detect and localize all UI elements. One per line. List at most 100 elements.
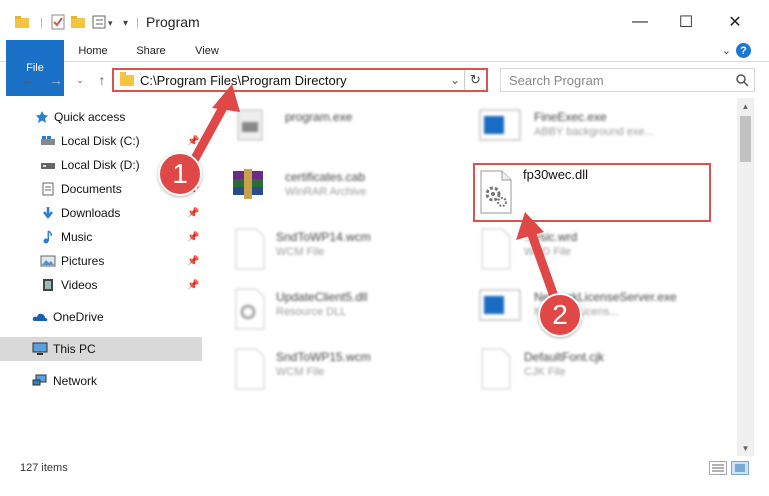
sidebar-item-label: Music <box>61 230 93 244</box>
callout-badge-1: 1 <box>158 152 202 196</box>
recent-locations-icon[interactable]: ⌄ <box>70 70 90 90</box>
minimize-button[interactable]: — <box>617 8 663 36</box>
sidebar-item-label: Network <box>53 374 98 388</box>
generic-file-icon <box>232 228 268 272</box>
item-count: 127 items <box>20 462 68 474</box>
search-icon[interactable] <box>730 73 754 87</box>
file-type: CJK File <box>524 366 566 378</box>
file-name: DefaultFont.cjk <box>524 350 605 364</box>
callout-badge-2: 2 <box>538 293 582 337</box>
svg-text:▾: ▾ <box>123 18 128 29</box>
new-folder-icon[interactable] <box>70 12 86 32</box>
back-icon[interactable]: ← <box>18 70 38 90</box>
file-name: certificates.cab <box>285 170 366 184</box>
pin-icon[interactable]: 📌 <box>187 208 199 219</box>
download-icon <box>40 206 56 220</box>
svg-text:▾: ▾ <box>108 18 113 28</box>
vertical-scrollbar[interactable]: ▲ ▼ <box>737 98 754 456</box>
sidebar-item-label: Downloads <box>61 206 121 220</box>
status-bar: 127 items <box>0 458 769 496</box>
file-type: WCM File <box>276 246 325 258</box>
sidebar-item-label: Pictures <box>61 254 105 268</box>
dll-file-icon <box>232 288 268 332</box>
sidebar-item-label: Local Disk (C:) <box>61 134 140 148</box>
sidebar-item-label: Videos <box>61 278 98 292</box>
scroll-up-icon[interactable]: ▲ <box>737 98 754 114</box>
details-view-icon[interactable] <box>709 461 727 475</box>
tab-home[interactable]: Home <box>70 40 116 62</box>
file-type: WCM File <box>276 366 325 378</box>
computer-icon <box>32 342 48 356</box>
search-box[interactable]: Search Program <box>500 68 755 92</box>
sidebar-item-label: Documents <box>61 182 122 196</box>
music-icon <box>40 230 56 244</box>
pin-icon[interactable]: 📌 <box>187 136 199 147</box>
sidebar-item-pictures[interactable]: Pictures 📌 <box>0 249 202 273</box>
drive-icon <box>40 158 56 172</box>
selection-highlight <box>473 163 711 222</box>
title-bar: | ▾ ▾ | Program — ☐ ✕ <box>0 0 769 40</box>
file-name: ...ysic.wrd <box>524 230 578 244</box>
properties-icon[interactable] <box>50 12 66 32</box>
archive-file-icon <box>230 165 266 209</box>
file-name: UpdateClient5.dll <box>276 290 368 304</box>
tab-view[interactable]: View <box>184 40 230 62</box>
tab-share[interactable]: Share <box>128 40 174 62</box>
up-icon[interactable]: ↑ <box>92 70 112 90</box>
view-options-icon[interactable]: ▾ <box>92 12 118 32</box>
pictures-icon <box>40 254 56 268</box>
network-icon <box>32 374 48 388</box>
sidebar-item-this-pc[interactable]: This PC <box>0 337 202 361</box>
sidebar-item-quick-access[interactable]: Quick access <box>0 105 202 129</box>
generic-file-icon <box>478 348 514 392</box>
file-name: program.exe <box>285 110 353 124</box>
sidebar-item-network[interactable]: Network <box>0 369 202 393</box>
drive-icon <box>40 134 56 148</box>
exe-file-icon <box>232 108 268 152</box>
close-button[interactable]: ✕ <box>712 8 758 36</box>
expand-ribbon-icon[interactable]: ⌄ <box>722 44 731 57</box>
star-icon <box>34 110 50 124</box>
refresh-icon[interactable]: ↻ <box>464 70 486 90</box>
cloud-icon <box>32 310 48 324</box>
sidebar-item-downloads[interactable]: Downloads 📌 <box>0 201 202 225</box>
videos-icon <box>40 278 56 292</box>
documents-icon <box>40 182 56 196</box>
pin-icon[interactable]: 📌 <box>187 280 199 291</box>
generic-file-icon <box>478 228 514 272</box>
window-title: Program <box>146 14 200 30</box>
sidebar-item-onedrive[interactable]: OneDrive <box>0 305 202 329</box>
pin-icon[interactable]: 📌 <box>187 256 199 267</box>
pin-icon[interactable]: 📌 <box>187 232 199 243</box>
exe-file-icon <box>478 108 521 152</box>
help-icon[interactable]: ? <box>736 43 751 58</box>
sidebar-item-music[interactable]: Music 📌 <box>0 225 202 249</box>
customize-toolbar-icon[interactable]: ▾ <box>122 12 134 32</box>
ribbon-tabs: File Home Share View ⌄ ? <box>0 40 769 96</box>
sidebar-item-label: OneDrive <box>53 310 104 324</box>
folder-icon <box>14 12 30 32</box>
scroll-down-icon[interactable]: ▼ <box>737 440 754 456</box>
sidebar-item-local-disk-c[interactable]: Local Disk (C:) 📌 <box>0 129 202 153</box>
sidebar-item-label: This PC <box>53 342 96 356</box>
file-type: WinRAR Archive <box>285 186 367 198</box>
search-input[interactable]: Search Program <box>509 73 730 88</box>
sidebar-item-label: Local Disk (D:) <box>61 158 140 172</box>
generic-file-icon <box>232 348 268 392</box>
forward-icon[interactable]: → <box>46 70 66 90</box>
address-bar[interactable]: C:\Program Files\Program Directory ⌄ ↻ <box>112 68 488 92</box>
folder-icon <box>120 71 134 86</box>
sidebar-item-videos[interactable]: Videos 📌 <box>0 273 202 297</box>
file-type: Resource DLL <box>276 306 347 318</box>
file-name: FineExec.exe <box>534 110 607 124</box>
file-name: SndToWP15.wcm <box>276 350 371 364</box>
address-path: C:\Program Files\Program Directory <box>140 72 347 88</box>
maximize-button[interactable]: ☐ <box>663 8 709 36</box>
file-type: ABBY background exe... <box>534 126 654 138</box>
large-icons-view-icon[interactable] <box>731 461 749 475</box>
address-dropdown-icon[interactable]: ⌄ <box>450 73 460 87</box>
file-name: SndToWP14.wcm <box>276 230 371 244</box>
exe-file-icon <box>478 288 521 332</box>
scroll-thumb[interactable] <box>740 116 751 162</box>
sidebar-item-label: Quick access <box>54 110 126 124</box>
